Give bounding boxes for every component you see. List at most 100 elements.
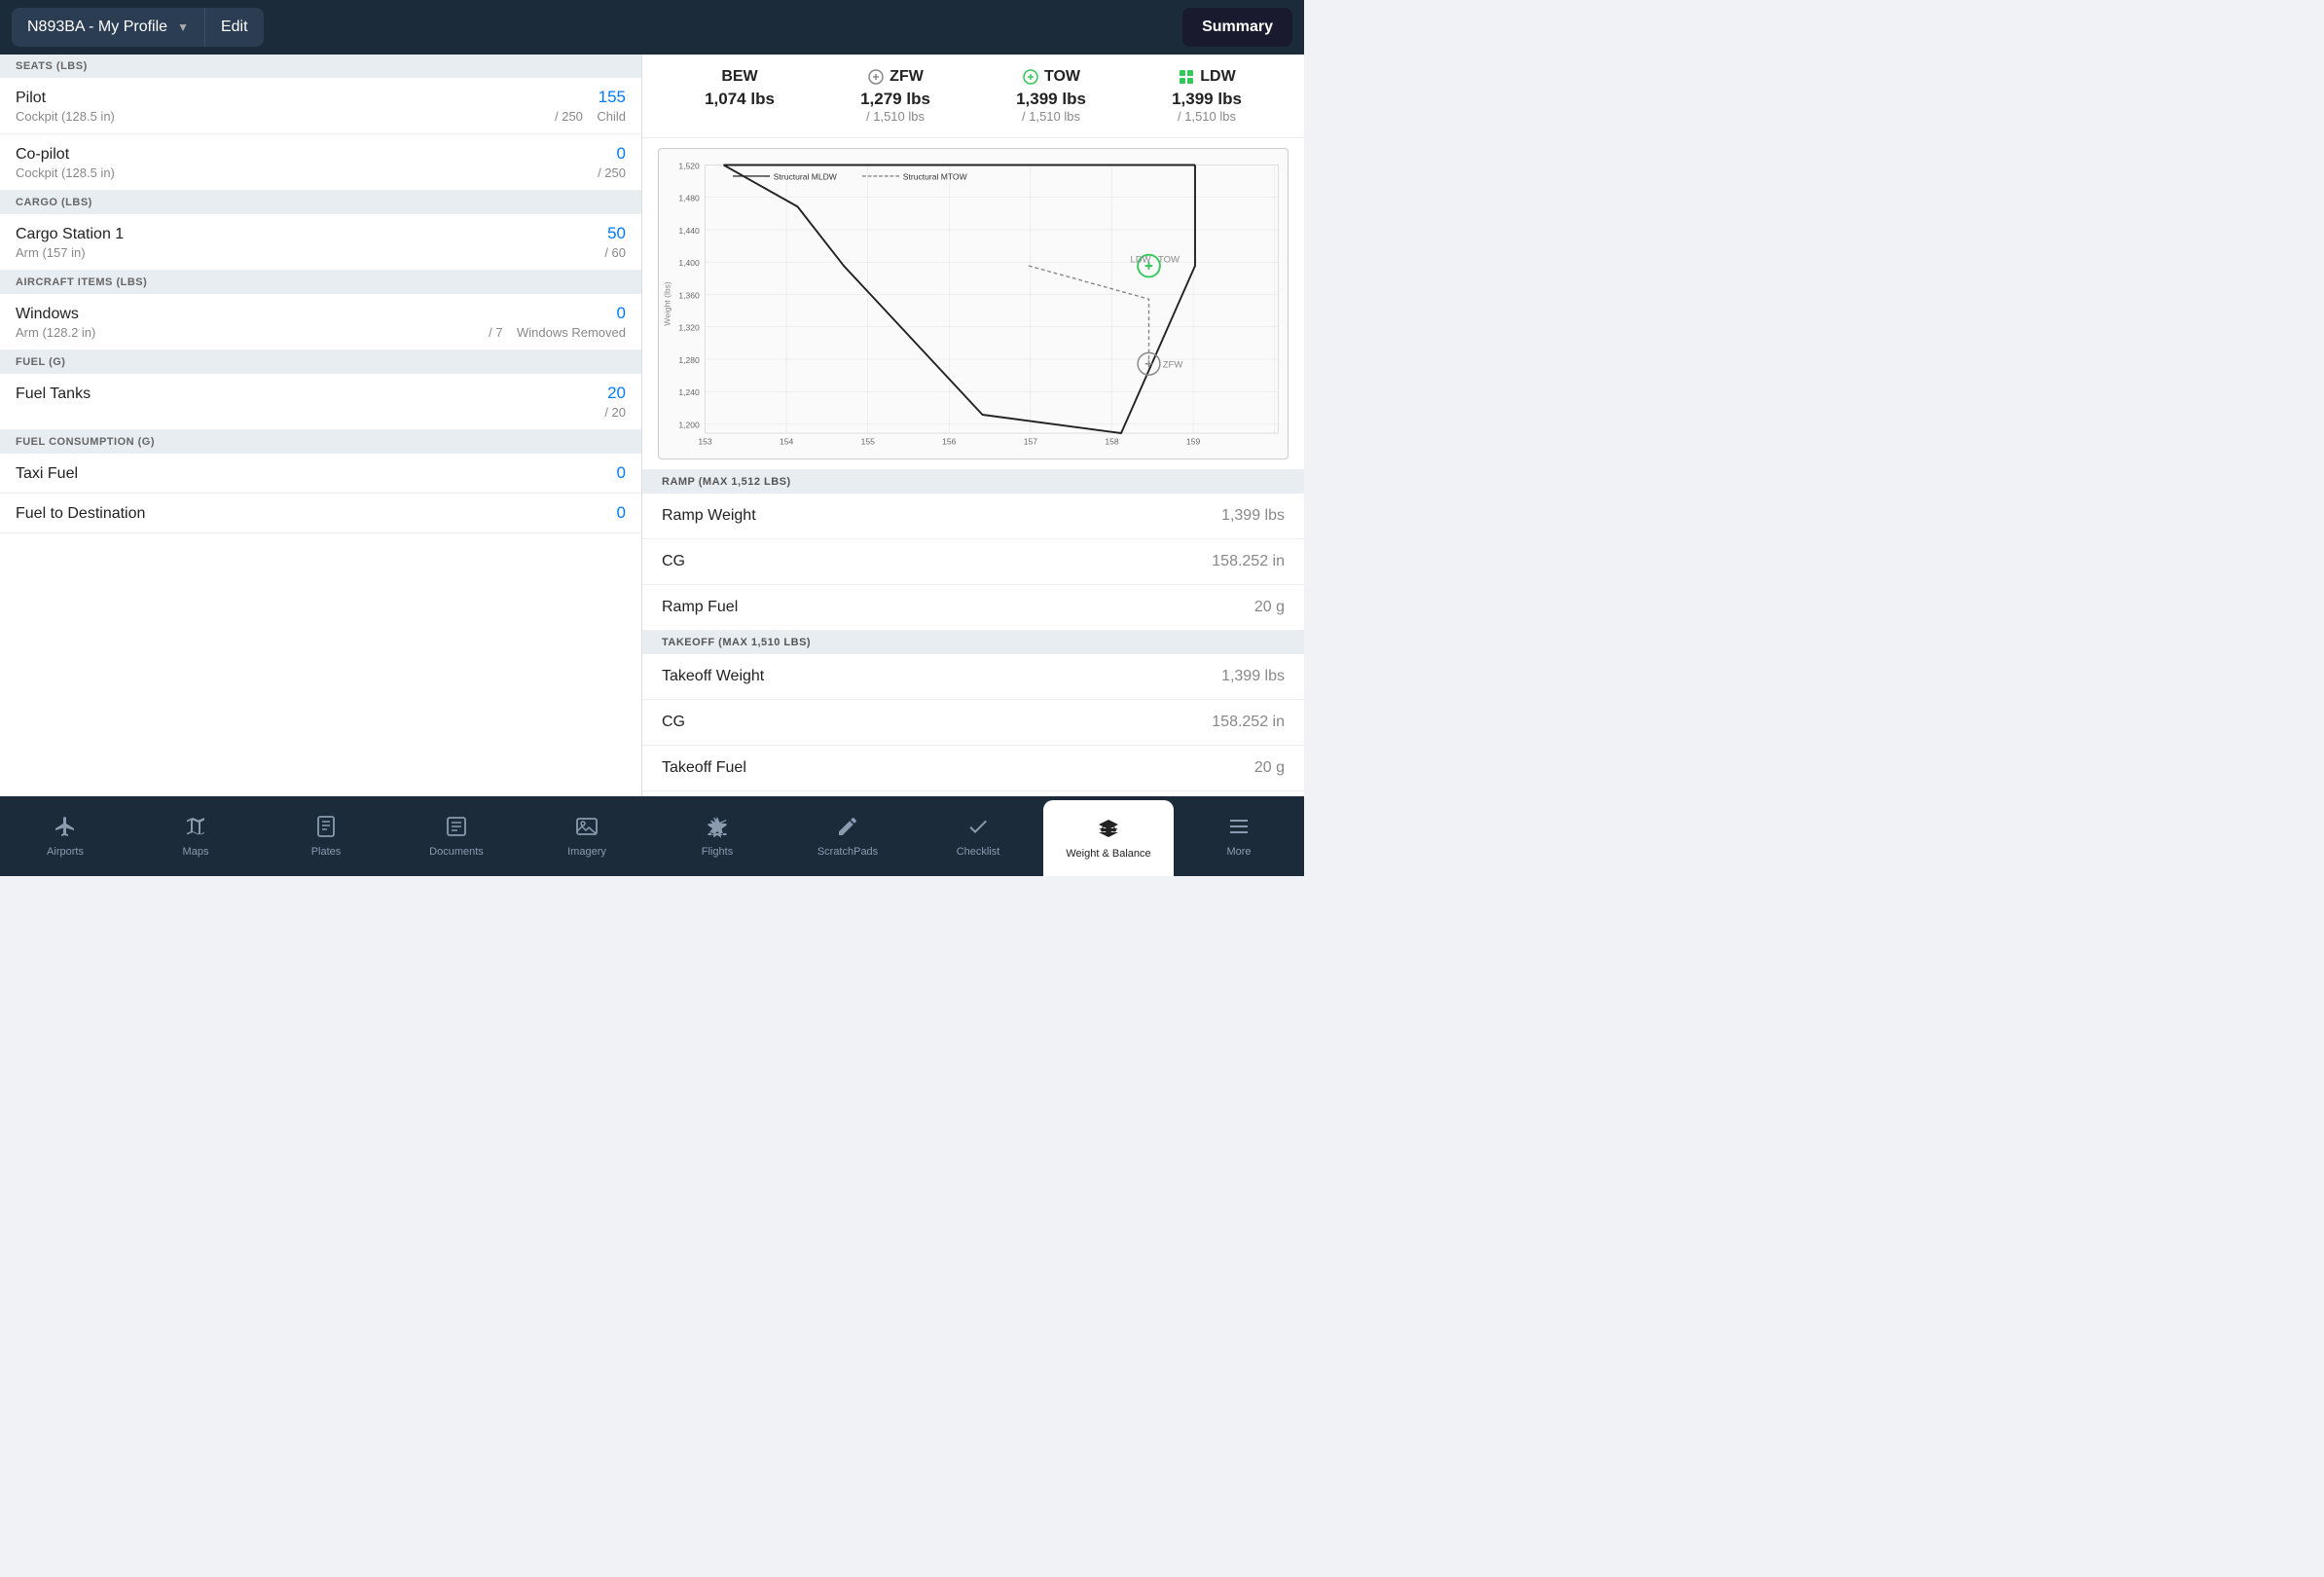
profile-selector[interactable]: N893BA - My Profile ▼ (12, 8, 204, 47)
copilot-value: 0 (617, 144, 626, 163)
svg-text:1,480: 1,480 (678, 194, 700, 203)
svg-text:1,440: 1,440 (678, 226, 700, 236)
svg-text:TOW: TOW (1158, 254, 1180, 265)
nav-airports[interactable]: Airports (0, 796, 130, 876)
taxi-fuel-label: Taxi Fuel (16, 465, 78, 483)
taxi-fuel-value: 0 (617, 463, 626, 482)
ramp-weight-label: Ramp Weight (662, 507, 756, 525)
nav-documents[interactable]: Documents (391, 796, 522, 876)
fuel-tanks-value: 20 (607, 384, 626, 402)
svg-text:1,280: 1,280 (678, 355, 700, 365)
svg-text:Structural MTOW: Structural MTOW (903, 172, 968, 182)
bew-stat: BEW 1,074 lbs (662, 68, 817, 124)
imagery-icon (575, 815, 599, 842)
cargo1-arm: Arm (157 in) (16, 245, 86, 260)
pilot-arm: Cockpit (128.5 in) (16, 109, 115, 124)
right-panel: BEW 1,074 lbs ZFW 1,279 lbs / 1,510 lbs (642, 55, 1304, 796)
windows-row: Windows 0 Arm (128.2 in) / 7 Windows Rem… (0, 294, 641, 350)
tow-stat: TOW 1,399 lbs / 1,510 lbs (973, 68, 1129, 124)
fuel-tanks-max: / 20 (604, 405, 626, 420)
takeoff-weight-row: Takeoff Weight 1,399 lbs (642, 654, 1304, 700)
airports-icon (54, 815, 77, 842)
cargo1-value: 50 (607, 224, 626, 242)
cargo1-max: / 60 (604, 245, 626, 260)
svg-text:1,320: 1,320 (678, 323, 700, 333)
nav-imagery[interactable]: Imagery (522, 796, 652, 876)
maps-icon (184, 815, 207, 842)
tow-value: 1,399 lbs (1016, 90, 1086, 109)
ldw-value: 1,399 lbs (1172, 90, 1242, 109)
windows-note: / 7 Windows Removed (489, 325, 626, 340)
fuel-destination-value: 0 (617, 503, 626, 522)
svg-text:1,520: 1,520 (678, 161, 700, 170)
takeoff-fuel-label: Takeoff Fuel (662, 759, 746, 777)
takeoff-section-header: TAKEOFF (MAX 1,510 LBS) (642, 631, 1304, 654)
bew-value: 1,074 lbs (705, 90, 775, 109)
bew-label: BEW (721, 68, 757, 86)
zfw-limit: / 1,510 lbs (866, 109, 925, 124)
ramp-weight-value: 1,399 lbs (1221, 507, 1285, 525)
windows-arm: Arm (128.2 in) (16, 325, 95, 340)
scratchpads-icon (836, 815, 859, 842)
header-left: N893BA - My Profile ▼ Edit (12, 8, 264, 47)
svg-text:159: 159 (1186, 436, 1201, 446)
checklist-label: Checklist (957, 846, 1000, 858)
nav-flights[interactable]: Flights (652, 796, 782, 876)
left-panel: SEATS (LBS) Pilot 155 Cockpit (128.5 in)… (0, 55, 642, 796)
nav-plates[interactable]: Plates (261, 796, 391, 876)
nav-scratchpads[interactable]: ScratchPads (782, 796, 913, 876)
svg-text:154: 154 (780, 436, 794, 446)
tow-icon (1022, 68, 1039, 86)
svg-text:153: 153 (698, 436, 712, 446)
fuel-tanks-label: Fuel Tanks (16, 385, 91, 403)
copilot-row: Co-pilot 0 Cockpit (128.5 in) / 250 (0, 134, 641, 191)
zfw-value: 1,279 lbs (860, 90, 930, 109)
svg-text:ZFW: ZFW (1163, 360, 1183, 371)
pilot-note: / 250 Child (555, 109, 626, 124)
airports-label: Airports (47, 846, 84, 858)
more-icon (1227, 815, 1251, 842)
summary-button[interactable]: Summary (1182, 8, 1292, 47)
takeoff-cg-label: CG (662, 714, 685, 731)
ramp-fuel-row: Ramp Fuel 20 g (642, 585, 1304, 631)
fuel-consumption-section-header: FUEL CONSUMPTION (G) (0, 430, 641, 454)
svg-text:1,400: 1,400 (678, 258, 700, 268)
cargo1-row: Cargo Station 1 50 Arm (157 in) / 60 (0, 214, 641, 271)
svg-text:Structural MLDW: Structural MLDW (774, 172, 838, 182)
more-label: More (1226, 846, 1251, 858)
nav-maps[interactable]: Maps (130, 796, 261, 876)
takeoff-weight-value: 1,399 lbs (1221, 668, 1285, 685)
takeoff-fuel-row: Takeoff Fuel 20 g (642, 746, 1304, 791)
fuel-section-header: FUEL (G) (0, 350, 641, 374)
chevron-down-icon: ▼ (177, 20, 189, 34)
zfw-stat: ZFW 1,279 lbs / 1,510 lbs (817, 68, 973, 124)
seats-section-header: SEATS (LBS) (0, 55, 641, 78)
fuel-destination-label: Fuel to Destination (16, 505, 145, 523)
aircraft-items-section-header: AIRCRAFT ITEMS (LBS) (0, 271, 641, 294)
tow-label: TOW (1044, 68, 1080, 86)
svg-text:157: 157 (1024, 436, 1038, 446)
svg-text:156: 156 (942, 436, 957, 446)
flights-icon (706, 815, 729, 842)
cargo1-label: Cargo Station 1 (16, 226, 124, 243)
nav-checklist[interactable]: Checklist (913, 796, 1043, 876)
app-header: N893BA - My Profile ▼ Edit Summary (0, 0, 1304, 55)
tow-limit: / 1,510 lbs (1022, 109, 1080, 124)
edit-button[interactable]: Edit (204, 8, 264, 47)
cargo-section-header: CARGO (LBS) (0, 191, 641, 214)
copilot-max: / 250 (598, 165, 626, 180)
pilot-label: Pilot (16, 90, 46, 107)
imagery-label: Imagery (567, 846, 606, 858)
nav-weight-balance[interactable]: Weight & Balance (1043, 800, 1174, 876)
ldw-stat: LDW 1,399 lbs / 1,510 lbs (1129, 68, 1285, 124)
weight-balance-icon (1097, 817, 1120, 844)
nav-more[interactable]: More (1174, 796, 1304, 876)
main-content: SEATS (LBS) Pilot 155 Cockpit (128.5 in)… (0, 55, 1304, 796)
fuel-destination-row: Fuel to Destination 0 (0, 494, 641, 533)
scratchpads-label: ScratchPads (817, 846, 878, 858)
ramp-cg-value: 158.252 in (1212, 553, 1285, 570)
windows-label: Windows (16, 306, 79, 323)
profile-name: N893BA - My Profile (27, 18, 167, 36)
ramp-fuel-value: 20 g (1254, 599, 1285, 616)
ldw-icon (1178, 68, 1195, 86)
